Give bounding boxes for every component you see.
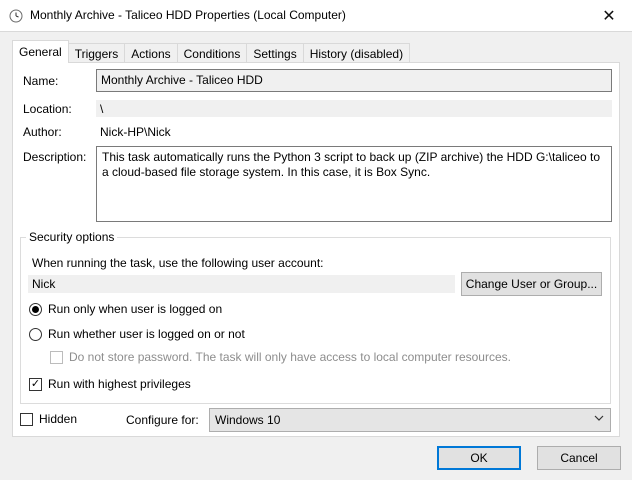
security-options-title: Security options (26, 230, 118, 244)
tab-triggers[interactable]: Triggers (67, 43, 126, 63)
name-label: Name: (23, 74, 59, 88)
author-label: Author: (23, 125, 62, 139)
ok-button[interactable]: OK (437, 446, 521, 470)
user-account-field[interactable]: Nick (28, 275, 455, 293)
name-field[interactable]: Monthly Archive - Taliceo HDD (96, 69, 612, 92)
do-not-store-checkbox[interactable] (50, 351, 63, 364)
title-bar: Monthly Archive - Taliceo HDD Properties… (0, 0, 632, 32)
tab-general[interactable]: General (12, 40, 69, 63)
account-prompt: When running the task, use the following… (32, 256, 324, 270)
cancel-button[interactable]: Cancel (537, 446, 621, 470)
configure-for-label: Configure for: (126, 413, 199, 427)
tab-history[interactable]: History (disabled) (302, 43, 411, 63)
configure-for-dropdown[interactable]: Windows 10 (209, 408, 611, 432)
highest-privileges-checkbox[interactable]: ✓ (29, 378, 42, 391)
do-not-store-label: Do not store password. The task will onl… (69, 350, 511, 364)
close-button[interactable]: ✕ (586, 0, 632, 31)
tab-conditions[interactable]: Conditions (176, 43, 248, 63)
run-logged-on-label[interactable]: Run only when user is logged on (48, 302, 222, 316)
configure-for-value: Windows 10 (215, 413, 281, 427)
description-label: Description: (23, 150, 87, 164)
run-whether-label[interactable]: Run whether user is logged on or not (48, 327, 245, 341)
hidden-checkbox[interactable] (20, 413, 33, 426)
author-field[interactable]: Nick-HP\Nick (96, 123, 612, 141)
run-logged-on-radio[interactable] (29, 303, 42, 316)
description-field[interactable]: This task automatically runs the Python … (96, 146, 612, 222)
hidden-label[interactable]: Hidden (39, 412, 77, 426)
location-label: Location: (23, 102, 72, 116)
checkmark-icon: ✓ (30, 378, 41, 390)
window-title: Monthly Archive - Taliceo HDD Properties… (30, 8, 346, 22)
close-icon: ✕ (602, 7, 616, 25)
chevron-down-icon (594, 413, 604, 426)
tab-actions[interactable]: Actions (124, 43, 178, 63)
location-field[interactable]: \ (96, 100, 612, 117)
clock-icon (9, 9, 23, 23)
change-user-button[interactable]: Change User or Group... (461, 272, 602, 296)
tab-settings[interactable]: Settings (246, 43, 304, 63)
highest-privileges-label[interactable]: Run with highest privileges (48, 377, 191, 391)
run-whether-radio[interactable] (29, 328, 42, 341)
tab-strip: General Triggers Actions Conditions Sett… (12, 40, 411, 63)
